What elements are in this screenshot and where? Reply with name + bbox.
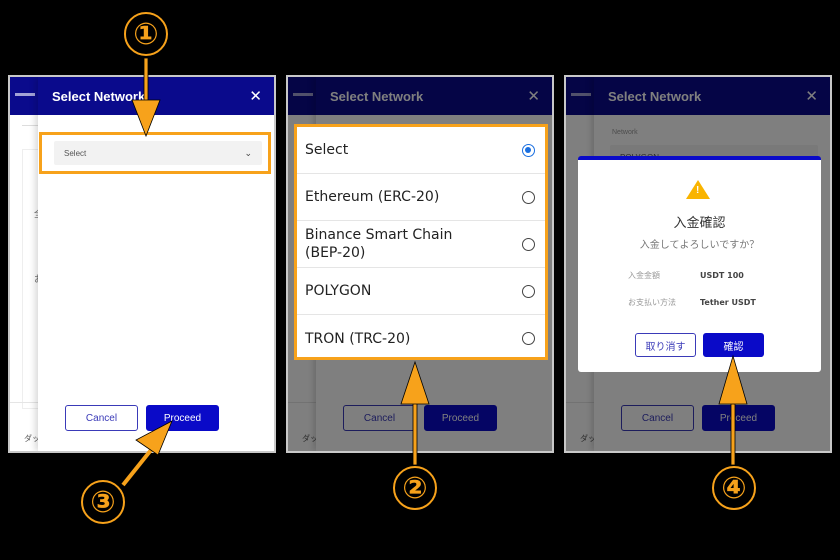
modal-title: Select Network [52,88,146,104]
radio-icon[interactable] [522,237,535,251]
dialog-cancel-button[interactable]: 取り消す [635,333,696,357]
dialog-confirm-button[interactable]: 確認 [703,333,764,357]
cancel-button[interactable]: Cancel [65,405,138,431]
step-number-3: ③ [81,480,125,524]
dialog-actions: 取り消す 確認 [578,333,821,357]
deposit-confirm-dialog: ! 入金確認 入金してよろしいですか？ 入金金額 USDT 100 お支払い方法 T… [578,156,821,372]
option-label: Select [305,142,349,158]
exclamation-icon: ! [696,185,700,196]
option-label: TRON (TRC-20) [305,330,411,347]
step-number-4: ④ [712,466,756,510]
proceed-button[interactable]: Proceed [146,405,219,431]
network-options-list: Select Ethereum (ERC-20) Binance Smart C… [294,124,548,360]
radio-icon[interactable] [522,332,535,345]
detail-key: お支払い方法 [628,298,676,307]
modal-actions: Cancel Proceed [10,405,274,431]
network-option[interactable]: POLYGON [297,268,545,315]
network-option[interactable]: Binance Smart Chain (BEP-20) [297,221,545,268]
radio-icon[interactable] [522,190,535,204]
detail-value: Tether USDT [700,298,756,307]
network-option[interactable]: Ethereum (ERC-20) [297,174,545,221]
logo [15,93,35,96]
option-label: Ethereum (ERC-20) [305,189,440,205]
network-option[interactable]: TRON (TRC-20) [297,315,545,362]
detail-row: お支払い方法 Tether USDT [628,297,756,308]
dialog-title: 入金確認 [673,216,726,231]
dialog-subtitle: 入金してよろしいですか？ [639,240,760,251]
detail-value: USDT 100 [700,271,744,280]
step-number-1: ① [124,12,168,56]
modal-header: Select Network ✕ [38,77,274,115]
detail-key: 入金金額 [628,271,660,280]
radio-icon[interactable] [522,284,535,298]
option-label: POLYGON [305,283,372,299]
close-icon[interactable]: ✕ [249,87,262,105]
option-label: Binance Smart Chain (BEP-20) [305,226,453,261]
detail-row: 入金金額 USDT 100 [628,270,744,281]
step-number-2: ② [393,466,437,510]
highlight-network-select [39,132,271,174]
radio-selected-icon[interactable] [522,143,535,157]
network-option[interactable]: Select [297,127,545,174]
